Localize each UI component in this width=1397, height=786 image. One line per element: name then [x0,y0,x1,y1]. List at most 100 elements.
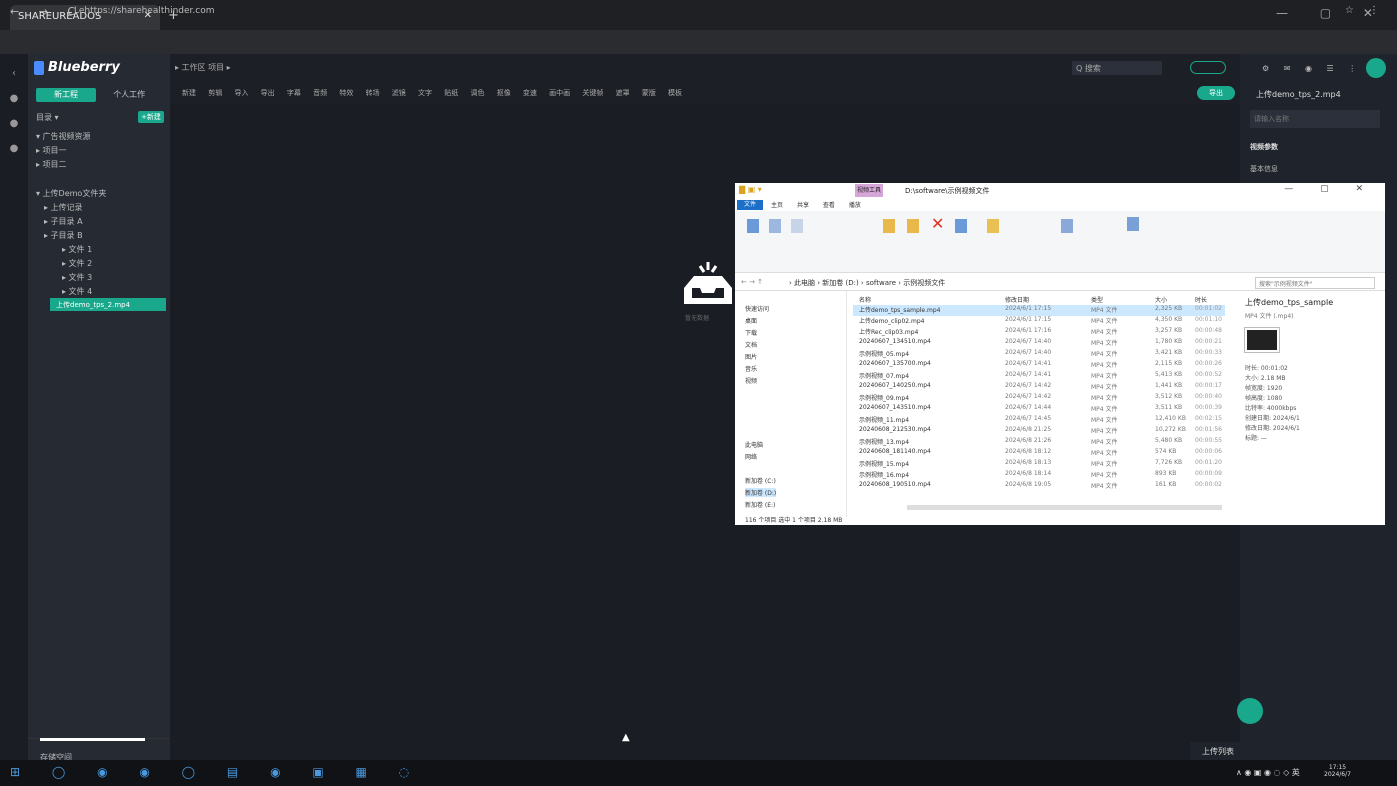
tree-item[interactable]: ▸ 文件 4 [62,286,92,297]
rename-icon[interactable] [955,219,967,233]
file-length: 00:01:20 [1195,459,1222,466]
address-bar[interactable]: Lehttps://sharehealthinder.com [68,3,1218,21]
name-input[interactable]: 请输入名称 [1250,110,1380,128]
file-date: 2024/6/7 14:41 [1005,360,1052,367]
col-size[interactable]: 大小 [1155,295,1167,304]
horizontal-scrollbar[interactable] [907,505,1222,510]
tree-item[interactable]: ▾ 上传Demo文件夹 [36,188,106,199]
file-row[interactable]: 20240608_190510.mp4 2024/6/8 19:05 MP4 文件 1… [853,481,1225,492]
paste-icon[interactable] [791,219,803,233]
copy-to-icon[interactable] [907,219,919,233]
taskbar-app-icons[interactable]: ⊞ ◯ ◉ ◉ ◯ ▤ ◉ ▣ ▦ ◌ [10,765,423,779]
explorer-menu: 文件 主页 共享 查看 播放 [735,199,1385,211]
menu-view[interactable]: 查看 [823,202,835,209]
clock[interactable]: 17:15 2024/6/7 [1324,764,1351,778]
file-row[interactable]: 20240607_134510.mp4 2024/6/7 14:40 MP4 文件 1… [853,338,1225,349]
file-row[interactable]: 20240608_181140.mp4 2024/6/8 18:12 MP4 文件 5… [853,448,1225,459]
browser-menu-icons[interactable]: ☆ ⋮ [1345,5,1385,16]
menu-play[interactable]: 播放 [849,202,861,209]
right-toolbar-icons[interactable]: ⚙ ✉ ◉ ☰ ⋮ [1262,64,1362,73]
nav-item[interactable]: 文档 [745,340,757,349]
file-explorer-window[interactable]: ▇ ▣ ▾ 视频工具 D:\software\示例视频文件 — ▢ ✕ 文件 主… [735,183,1385,525]
file-row[interactable]: 上传Rec_clip03.mp4 2024/6/1 17:16 MP4 文件 3,25… [853,327,1225,338]
nav-item[interactable]: 下载 [745,328,757,337]
tab-new-project[interactable]: 新工程 [36,88,96,102]
tree-item[interactable]: ▸ 项目二 [36,159,67,170]
file-row[interactable]: 示例视频_16.mp4 2024/6/8 18:14 MP4 文件 893 KB 00:… [853,470,1225,481]
folder-icon[interactable]: ● [0,143,28,154]
nav-item[interactable]: 此电脑 [745,440,763,449]
delete-icon[interactable]: ✕ [931,216,944,232]
home-icon[interactable]: ● [0,93,28,104]
ribbon-context-tab[interactable]: 视频工具 [855,184,883,197]
tree-item[interactable]: ▸ 文件 3 [62,272,92,283]
move-to-icon[interactable] [883,219,895,233]
file-row[interactable]: 20240607_143510.mp4 2024/6/7 14:44 MP4 文件 3… [853,404,1225,415]
collapse-icon[interactable]: ‹ [0,68,28,79]
file-date: 2024/6/8 18:13 [1005,459,1052,466]
export-button[interactable]: 导出 [1197,86,1235,100]
tree-item[interactable]: ▸ 子目录 B [44,230,83,241]
file-row[interactable]: 上传demo_clip02.mp4 2024/6/1 17:15 MP4 文件 4,3… [853,316,1225,327]
file-type: MP4 文件 [1091,439,1118,446]
file-size: 1,441 KB [1155,382,1183,389]
nav-item-selected[interactable]: 新加卷 (D:) [745,488,777,497]
system-tray[interactable]: ∧ ◉ ▣ ◉ ◌ ◇ 英 [1236,767,1300,778]
col-type[interactable]: 类型 [1091,295,1103,304]
file-row[interactable]: 示例视频_15.mp4 2024/6/8 18:13 MP4 文件 7,726 KB 0… [853,459,1225,470]
col-date[interactable]: 修改日期 [1005,295,1029,304]
tree-item[interactable]: ▾ 广告视频资源 [36,131,91,142]
toolbar-row-tools[interactable]: 新建 剪辑 导入 导出 字幕 音频 特效 转场 滤镜 文字 贴纸 调色 抠像 变… [182,88,682,98]
file-size: 10,272 KB [1155,426,1186,433]
search-input[interactable]: 搜索"示例视频文件" [1255,277,1375,289]
file-row[interactable]: 示例视频_09.mp4 2024/6/7 14:42 MP4 文件 3,512 KB 0… [853,393,1225,404]
user-icon[interactable]: ● [0,118,28,129]
file-row[interactable]: 上传demo_tps_sample.mp4 2024/6/1 17:15 MP4 文… [853,305,1225,316]
copy-icon[interactable] [769,219,781,233]
toolbar-row-top[interactable]: ▸ 工作区 项目 ▸ [175,62,231,73]
nav-arrows-icon[interactable]: ← → ↑ [741,278,763,286]
tree-item[interactable]: ▸ 项目一 [36,145,67,156]
file-row[interactable]: 示例视频_05.mp4 2024/6/7 14:40 MP4 文件 3,421 KB 0… [853,349,1225,360]
select-all-icon[interactable] [1127,217,1139,231]
tab-personal[interactable]: 个人工作 [99,88,159,102]
nav-item[interactable]: 网络 [745,452,757,461]
file-row[interactable]: 示例视频_11.mp4 2024/6/7 14:45 MP4 文件 12,410 KB… [853,415,1225,426]
tree-item[interactable]: ▸ 子目录 A [44,216,83,227]
file-row[interactable]: 20240608_212530.mp4 2024/6/8 21:25 MP4 文件 1… [853,426,1225,437]
floating-action-button[interactable] [1237,698,1263,724]
pin-icon[interactable] [747,219,759,233]
menu-home[interactable]: 主页 [771,202,783,209]
upload-list-label[interactable]: 上传列表 [1202,746,1234,757]
file-row[interactable]: 20240607_140250.mp4 2024/6/7 14:42 MP4 文件 1… [853,382,1225,393]
nav-item[interactable]: 音乐 [745,364,757,373]
nav-item[interactable]: 视频 [745,376,757,385]
avatar[interactable] [1366,58,1386,78]
properties-icon[interactable] [1061,219,1073,233]
col-name[interactable]: 名称 [859,295,871,304]
menu-share[interactable]: 共享 [797,202,809,209]
file-row[interactable]: 示例视频_07.mp4 2024/6/7 14:41 MP4 文件 5,413 KB 0… [853,371,1225,382]
nav-item[interactable]: 新加卷 (C:) [745,476,776,485]
file-row[interactable]: 20240607_135700.mp4 2024/6/7 14:41 MP4 文件 2… [853,360,1225,371]
file-type: MP4 文件 [1091,340,1118,347]
window-controls[interactable]: — ▢ ✕ [1284,184,1375,194]
menu-file[interactable]: 文件 [737,200,763,210]
tree-item[interactable]: ▸ 文件 2 [62,258,92,269]
top-toggle[interactable] [1190,61,1226,74]
nav-item[interactable]: 桌面 [745,316,757,325]
nav-item[interactable]: 快速访问 [745,304,769,313]
tree-item-selected[interactable]: 上传demo_tps_2.mp4 [50,298,166,311]
nav-item[interactable]: 新加卷 (E:) [745,500,775,509]
search-input[interactable]: Q 搜索 [1072,61,1162,75]
video-thumbnail [1245,328,1279,352]
tree-item[interactable]: ▸ 上传记录 [44,202,83,213]
new-button[interactable]: +新建 [138,111,164,123]
new-folder-icon[interactable] [987,219,999,233]
nav-item[interactable]: 图片 [745,352,757,361]
file-size: 1,780 KB [1155,338,1183,345]
col-length[interactable]: 时长 [1195,295,1207,304]
breadcrumb[interactable]: › 此电脑 › 新加卷 (D:) › software › 示例视频文件 [789,278,945,288]
tree-item[interactable]: ▸ 文件 1 [62,244,92,255]
file-row[interactable]: 示例视频_13.mp4 2024/6/8 21:26 MP4 文件 5,480 KB 0… [853,437,1225,448]
